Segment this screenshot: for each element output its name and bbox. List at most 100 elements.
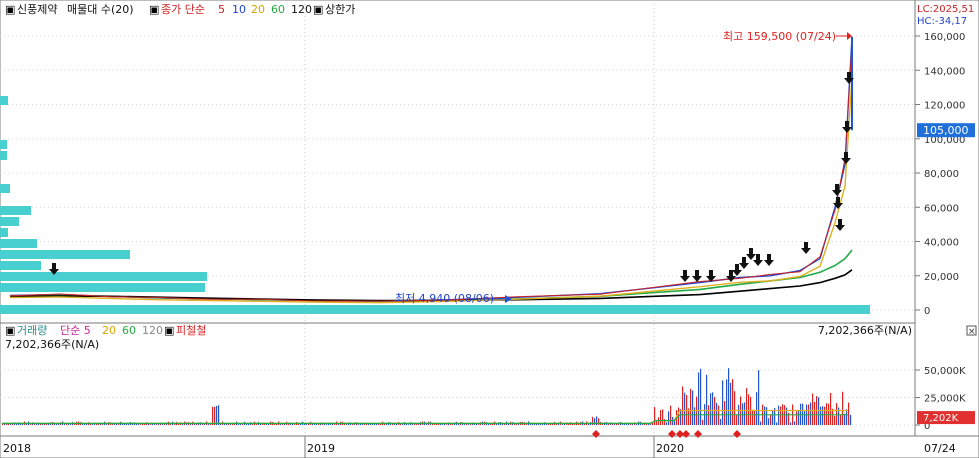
close-icon-glyph[interactable]: × [968,327,976,337]
volume-bar[interactable] [752,409,754,425]
volume-bar[interactable] [818,397,820,425]
volume-bar[interactable] [326,424,328,425]
volume-panel[interactable] [0,322,916,437]
volume-bar[interactable] [734,391,736,425]
volume-bar[interactable] [744,402,746,425]
chart-canvas[interactable]: ▣ 신풍제약 매물대 수(20) ▣ 종가 단순 5 10 20 60 120 … [0,0,979,458]
volume-ma60-label[interactable]: 60 [122,324,136,337]
volume-bar[interactable] [848,402,850,425]
volume-bar[interactable] [730,382,732,425]
volume-bar[interactable] [394,423,396,425]
volume-bar[interactable] [446,424,448,425]
volume-bar[interactable] [594,418,596,425]
volume-bar[interactable] [814,401,816,425]
volume-bar[interactable] [682,386,684,425]
volume-bar[interactable] [216,405,218,425]
volume-bar[interactable] [218,405,220,425]
volume-bar[interactable] [478,424,480,425]
volume-bar[interactable] [810,402,812,425]
volume-bar[interactable] [332,423,334,425]
volume-bar[interactable] [706,374,708,425]
volume-bar[interactable] [822,406,824,425]
volume-bar[interactable] [832,408,834,425]
volume-bar[interactable] [92,424,94,425]
volume-bar[interactable] [548,423,550,425]
volume-bar[interactable] [680,409,682,425]
volume-bar[interactable] [716,403,718,425]
volume-bar[interactable] [408,424,410,425]
volume-bar[interactable] [412,424,414,425]
volume-bar[interactable] [208,424,210,425]
volume-bar[interactable] [214,406,216,425]
volume-bar[interactable] [668,411,670,425]
volume-bar[interactable] [834,416,836,425]
volume-bar[interactable] [476,423,478,425]
volume-bar[interactable] [780,406,782,425]
volume-bar[interactable] [358,424,360,425]
volume-ma5-label[interactable]: 단순 5 [60,324,91,337]
volume-bar[interactable] [416,424,418,425]
volume-bar[interactable] [770,414,772,425]
volume-bar[interactable] [552,423,554,425]
volume-bar[interactable] [126,423,128,425]
volume-bar[interactable] [362,423,364,425]
volume-bar[interactable] [720,418,722,425]
volume-bar[interactable] [260,423,262,425]
volume-bar[interactable] [840,414,842,425]
volume-label[interactable]: 거래량 [17,324,47,337]
volume-profile-label[interactable]: 매물대 수(20) [67,3,134,16]
volume-bar[interactable] [764,406,766,425]
volume-bar[interactable] [402,423,404,425]
ma20-label[interactable]: 20 [251,3,265,16]
volume-bar[interactable] [654,407,656,425]
volume-bar[interactable] [846,409,848,425]
volume-bar[interactable] [698,372,700,425]
volume-bar[interactable] [670,405,672,425]
volume-bar[interactable] [546,423,548,425]
upper-limit-label[interactable]: 상한가 [325,3,355,16]
volume-bar[interactable] [96,423,98,425]
volume-bar[interactable] [732,379,734,425]
legend-box-icon[interactable]: ▣ [313,3,323,16]
volume-bar[interactable] [702,419,704,425]
volume-bar[interactable] [794,421,796,425]
volume-bar[interactable] [776,422,778,425]
volume-bar[interactable] [710,393,712,425]
volume-bar[interactable] [812,393,814,425]
legend-box-icon[interactable]: ▣ [5,3,15,16]
volume-bar[interactable] [850,414,852,425]
volume-bar[interactable] [662,409,664,425]
volume-bar[interactable] [804,411,806,425]
volume-bar[interactable] [150,423,152,425]
volume-bar[interactable] [106,424,108,425]
volume-bar[interactable] [370,423,372,425]
volume-bar[interactable] [468,424,470,425]
volume-bar[interactable] [464,424,466,425]
volume-bar[interactable] [690,388,692,425]
volume-bar[interactable] [346,424,348,425]
volume-bar[interactable] [116,423,118,425]
volume-bar[interactable] [666,422,668,425]
volume-bar[interactable] [760,421,762,425]
legend-box-icon[interactable]: ▣ [149,3,159,16]
volume-bar[interactable] [842,391,844,425]
volume-bar[interactable] [224,423,226,425]
volume-bar[interactable] [660,410,662,425]
volume-bar[interactable] [748,394,750,425]
volume-bar[interactable] [526,424,528,425]
volume-bar[interactable] [156,424,158,425]
volume-bar[interactable] [440,423,442,425]
volume-bar[interactable] [722,380,724,425]
volume-bar[interactable] [820,406,822,425]
volume-bar[interactable] [724,400,726,425]
volume-bar[interactable] [798,410,800,425]
volume-bar[interactable] [728,368,730,425]
volume-bar[interactable] [772,410,774,425]
volume-bar[interactable] [742,403,744,425]
volume-bar[interactable] [758,370,760,425]
ma120-label[interactable]: 120 [291,3,312,16]
volume-bar[interactable] [700,368,702,425]
volume-bar[interactable] [564,423,566,425]
volume-bar[interactable] [844,413,846,425]
volume-bar[interactable] [790,422,792,425]
